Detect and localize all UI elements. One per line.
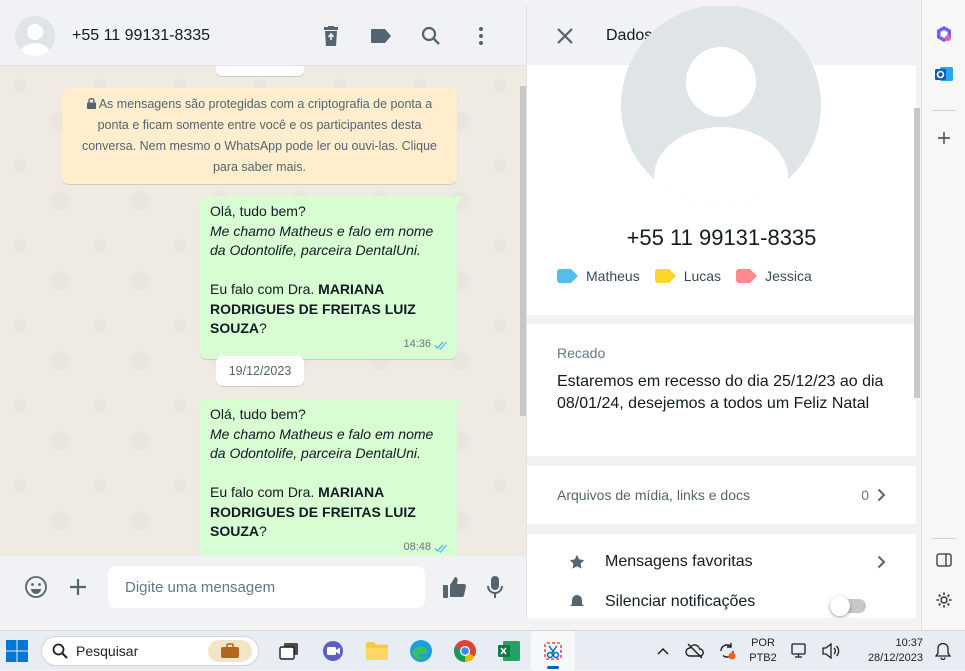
volume-icon[interactable] <box>815 631 847 671</box>
message-question: Eu falo com Dra. MARIANA RODRIGUES DE FR… <box>210 281 416 336</box>
close-icon[interactable] <box>535 6 595 65</box>
label-lucas[interactable]: Lucas <box>654 268 721 284</box>
profile-card: +55 11 99131-8335 Matheus Lucas Jessica <box>527 6 916 315</box>
snipping-tool-icon[interactable] <box>531 630 575 671</box>
about-title: Recado <box>557 345 606 361</box>
profile-photo[interactable] <box>621 6 821 205</box>
search-icon[interactable] <box>406 16 456 56</box>
read-ticks-icon <box>434 544 447 553</box>
chat-header: +55 11 99131-8335 <box>0 6 526 66</box>
encryption-notice[interactable]: As mensagens são protegidas com a cripto… <box>62 88 457 184</box>
message-input[interactable] <box>108 566 425 608</box>
excel-icon[interactable] <box>487 631 531 671</box>
message-intro: Me chamo Matheus e falo em nome da Odont… <box>210 425 434 462</box>
network-icon[interactable] <box>783 631 815 671</box>
read-ticks-icon <box>434 341 447 350</box>
contact-info-panel: Dados do contato +55 11 99131-8335 Mathe… <box>526 6 921 618</box>
message-greeting: Olá, tudo bem? <box>210 203 306 219</box>
delete-icon[interactable] <box>306 16 356 56</box>
chat-messages[interactable]: As mensagens são protegidas com a cripto… <box>0 66 526 556</box>
microphone-icon[interactable] <box>475 567 515 607</box>
contact-labels: Matheus Lucas Jessica <box>557 268 812 284</box>
message-bubble[interactable]: Olá, tudo bem? Me chamo Matheus e falo e… <box>200 196 464 359</box>
notification-bell-icon[interactable] <box>927 631 959 671</box>
message-intro: Me chamo Matheus e falo em nome da Odont… <box>210 222 434 259</box>
favorites-label: Mensagens favoritas <box>605 553 753 570</box>
favorites-section: Mensagens favoritas Silenciar notificaçõ… <box>527 534 916 618</box>
mute-toggle[interactable] <box>830 596 866 616</box>
clock[interactable]: 10:37 28/12/2023 <box>853 636 923 666</box>
sidebar-divider <box>932 538 956 539</box>
chevron-up-icon[interactable] <box>647 631 679 671</box>
mute-notifications-row[interactable]: Silenciar notificações <box>527 590 916 616</box>
attach-plus-icon[interactable] <box>58 567 98 607</box>
message-composer <box>0 556 526 618</box>
panel-scrollbar[interactable] <box>914 108 920 398</box>
sidebar-toggle-icon[interactable] <box>932 548 956 572</box>
whatsapp-app: +55 11 99131-8335 As mensagens são prote… <box>0 0 965 630</box>
taskbar-search[interactable]: Pesquisar <box>41 635 259 666</box>
encryption-notice-text: As mensagens são protegidas com a cripto… <box>81 97 438 174</box>
message-bubble[interactable]: Olá, tudo bem? Me chamo Matheus e falo e… <box>200 399 464 556</box>
menu-icon[interactable] <box>456 16 506 56</box>
thumbs-up-icon[interactable] <box>435 567 475 607</box>
message-time: 08:48 <box>403 541 431 553</box>
chrome-icon[interactable] <box>443 631 487 671</box>
lock-icon <box>86 97 96 109</box>
bell-icon <box>570 595 584 606</box>
sidebar-divider <box>932 110 956 111</box>
windows-start-icon[interactable] <box>5 639 29 663</box>
mute-label: Silenciar notificações <box>605 593 756 610</box>
tag-icon <box>557 269 578 283</box>
media-links-docs-row[interactable]: Arquivos de mídia, links e docs 0 <box>527 466 916 524</box>
add-icon[interactable] <box>932 126 956 150</box>
copilot-icon[interactable] <box>932 22 956 46</box>
chevron-right-icon <box>877 555 886 569</box>
chat-title[interactable]: +55 11 99131-8335 <box>72 27 210 45</box>
favorite-messages-row[interactable]: Mensagens favoritas <box>527 534 916 590</box>
teams-meet-icon[interactable] <box>311 631 355 671</box>
about-text: Estaremos em recesso do dia 25/12/23 ao … <box>557 373 884 412</box>
label-jessica[interactable]: Jessica <box>736 268 812 284</box>
star-icon <box>569 554 585 569</box>
message-question: Eu falo com Dra. MARIANA RODRIGUES DE FR… <box>210 484 416 539</box>
contact-phone: +55 11 99131-8335 <box>626 225 817 250</box>
label-icon[interactable] <box>356 16 406 56</box>
settings-gear-icon[interactable] <box>932 588 956 612</box>
input-language[interactable]: POR PTB2 <box>743 636 783 666</box>
message-time: 14:36 <box>403 338 431 350</box>
label-matheus[interactable]: Matheus <box>557 268 640 284</box>
onedrive-offline-icon[interactable] <box>679 631 711 671</box>
tag-icon <box>736 269 758 283</box>
message-greeting: Olá, tudo bem? <box>210 406 306 422</box>
contact-avatar[interactable] <box>15 15 55 56</box>
system-tray: POR PTB2 10:37 28/12/2023 <box>647 631 965 671</box>
edge-browser-icon[interactable] <box>399 631 443 671</box>
outlook-icon[interactable] <box>932 62 956 86</box>
emoji-icon[interactable] <box>16 567 56 607</box>
taskbar-search-text: Pesquisar <box>76 642 139 659</box>
date-separator-partial <box>216 66 304 76</box>
windows-taskbar: Pesquisar POR PTB2 10:37 28/12/2023 <box>0 630 965 671</box>
date-separator: 19/12/2023 <box>216 356 304 386</box>
browser-sidebar <box>921 0 965 630</box>
task-view-icon[interactable] <box>267 631 311 671</box>
search-icon <box>52 643 68 659</box>
about-section: Recado Estaremos em recesso do dia 25/12… <box>527 324 916 456</box>
sync-icon[interactable] <box>711 631 743 671</box>
briefcase-icon <box>208 639 252 662</box>
tag-icon <box>654 269 676 283</box>
media-count: 0 <box>861 487 869 503</box>
chevron-right-icon <box>877 488 886 502</box>
file-explorer-icon[interactable] <box>355 631 399 671</box>
media-label: Arquivos de mídia, links e docs <box>557 487 750 503</box>
